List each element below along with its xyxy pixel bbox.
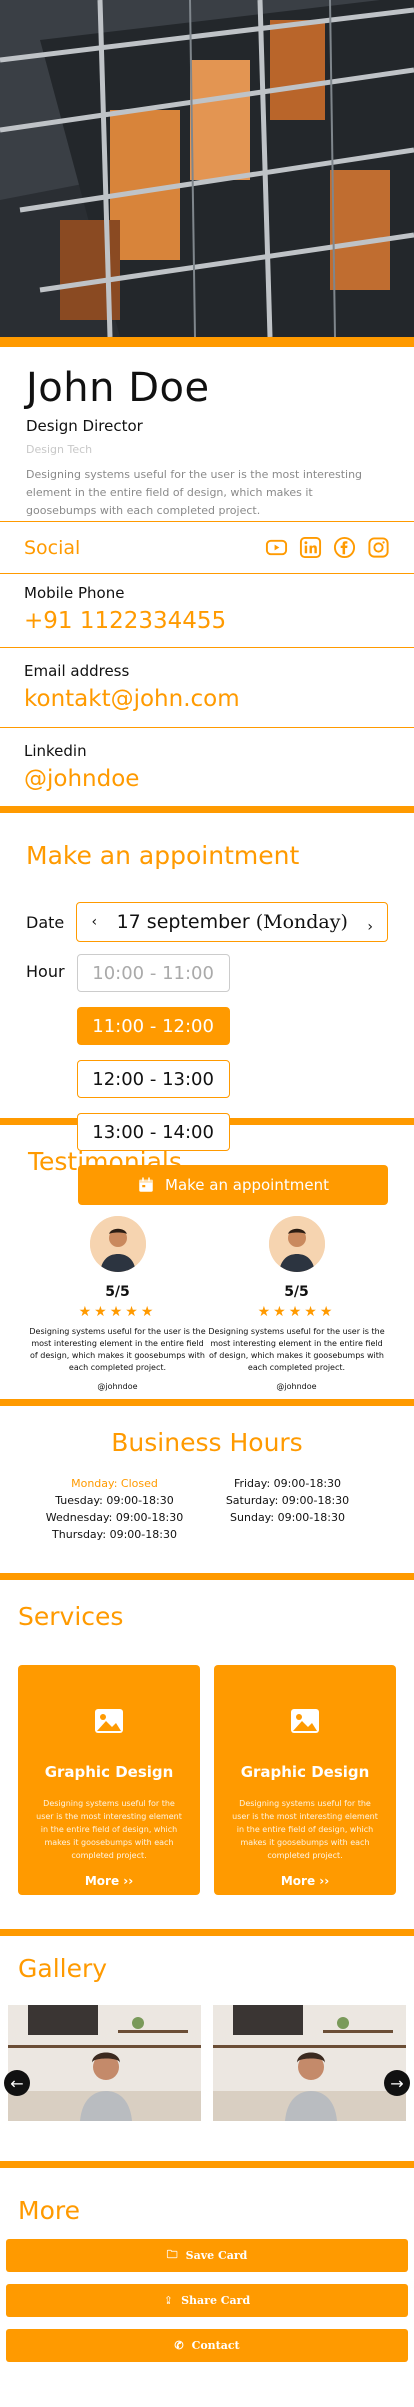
service-more-link[interactable]: More ››	[18, 1874, 200, 1888]
hours-line: Thursday: 09:00-18:30	[52, 1528, 177, 1541]
date-picker[interactable]: ‹ 17 september (Monday) ›	[76, 902, 388, 942]
service-description: Designing systems useful for the user is…	[36, 1799, 182, 1860]
service-title: Graphic Design	[44, 1763, 174, 1781]
save-card-button[interactable]: 🗀 Save Card	[6, 2239, 408, 2272]
hour-label: Hour	[26, 962, 65, 981]
service-title: Graphic Design	[240, 1763, 370, 1781]
profile-description: Designing systems useful for the user is…	[26, 468, 363, 517]
hour-slot[interactable]: 11:00 - 12:00	[76, 1007, 230, 1045]
gallery-prev-icon[interactable]: ←	[4, 2070, 30, 2096]
hours-line: Monday: Closed	[71, 1477, 158, 1490]
gallery-image[interactable]	[8, 2005, 201, 2121]
testimonial-text: Designing systems useful for the user is…	[29, 1327, 206, 1372]
avatar	[268, 1216, 325, 1272]
social-row: Social	[0, 521, 414, 574]
appointment-section: Make an appointment Date ‹ 17 september …	[0, 813, 414, 1205]
testimonial-text: Designing systems useful for the user is…	[208, 1327, 385, 1372]
section-divider	[0, 2161, 414, 2168]
contact-button[interactable]: ✆ Contact	[6, 2329, 408, 2362]
hours-right-column: Friday: 09:00-18:30 Saturday: 09:00-18:3…	[201, 1475, 374, 1543]
gallery-next-icon[interactable]: →	[384, 2070, 410, 2096]
services-title: Services	[18, 1602, 124, 1631]
stars-icon: ★★★★★	[257, 1304, 336, 1320]
youtube-icon[interactable]	[265, 536, 288, 559]
gallery-image[interactable]	[213, 2005, 406, 2121]
linkedin-label: Linkedin	[24, 742, 87, 760]
testimonial-card: 5/5 ★★★★★ Designing systems useful for t…	[28, 1216, 207, 1391]
share-card-button[interactable]: ⇪ Share Card	[6, 2284, 408, 2317]
folder-icon: 🗀	[166, 2248, 178, 2261]
linkedin-value[interactable]: @johndoe	[24, 766, 390, 792]
phone-label: Mobile Phone	[24, 584, 125, 602]
business-hours-title: Business Hours	[111, 1428, 303, 1457]
profile-name: John Doe	[26, 365, 210, 411]
calendar-icon	[139, 1177, 153, 1192]
stars-icon: ★★★★★	[78, 1304, 157, 1320]
email-value[interactable]: kontakt@john.com	[24, 686, 390, 712]
instagram-icon[interactable]	[367, 536, 390, 559]
rating: 5/5	[284, 1284, 309, 1300]
testimonial-card: 5/5 ★★★★★ Designing systems useful for t…	[207, 1216, 386, 1391]
section-divider	[0, 1399, 414, 1406]
section-divider	[0, 1929, 414, 1936]
facebook-icon[interactable]	[333, 536, 356, 559]
service-card: Graphic Design Designing systems useful …	[18, 1665, 200, 1895]
profile-role: Design Director	[26, 417, 143, 435]
more-section: More 🗀 Save Card ⇪ Share Card ✆ Contact	[0, 2168, 414, 2362]
date-value: 17 september (Monday)	[116, 911, 348, 933]
testimonial-user: @johndoe	[276, 1382, 317, 1391]
linkedin-icon[interactable]	[299, 536, 322, 559]
share-icon: ⇪	[163, 2294, 174, 2307]
section-divider	[0, 806, 414, 813]
business-hours-section: Business Hours Monday: Closed Tuesday: 0…	[0, 1406, 414, 1573]
contact-linkedin: Linkedin @johndoe	[0, 728, 414, 806]
hour-slot[interactable]: 10:00 - 11:00	[76, 954, 230, 992]
social-title: Social	[24, 536, 81, 559]
hours-line: Sunday: 09:00-18:30	[230, 1511, 345, 1524]
image-icon	[291, 1709, 319, 1733]
email-label: Email address	[24, 662, 130, 680]
avatar	[89, 1216, 146, 1272]
profile-section: John Doe Design Director Design Tech Des…	[0, 347, 414, 521]
gallery-title: Gallery	[18, 1954, 108, 1983]
accent-bar	[0, 337, 414, 347]
profile-company: Design Tech	[26, 443, 93, 456]
more-title: More	[18, 2196, 80, 2225]
hours-left-column: Monday: Closed Tuesday: 09:00-18:30 Wedn…	[28, 1475, 201, 1543]
hours-line: Friday: 09:00-18:30	[233, 1477, 342, 1490]
service-description: Designing systems useful for the user is…	[232, 1799, 378, 1860]
phone-value[interactable]: +91 1122334455	[24, 608, 390, 634]
contact-email: Email address kontakt@john.com	[0, 648, 414, 728]
image-icon	[95, 1709, 123, 1733]
hour-slot[interactable]: 13:00 - 14:00	[76, 1113, 230, 1151]
hero-image	[0, 0, 414, 337]
service-more-link[interactable]: More ››	[214, 1874, 396, 1888]
appointment-title: Make an appointment	[26, 841, 300, 870]
service-card: Graphic Design Designing systems useful …	[214, 1665, 396, 1895]
testimonial-user: @johndoe	[97, 1382, 138, 1391]
services-section: Services Graphic Design Designing system…	[0, 1580, 414, 1929]
section-divider	[0, 1573, 414, 1580]
contact-phone: Mobile Phone +91 1122334455	[0, 574, 414, 648]
phone-icon: ✆	[174, 2339, 184, 2352]
date-label: Date	[26, 912, 65, 932]
hours-line: Saturday: 09:00-18:30	[225, 1494, 350, 1507]
rating: 5/5	[105, 1284, 130, 1300]
hour-slot[interactable]: 12:00 - 13:00	[76, 1060, 230, 1098]
gallery-section: Gallery ← →	[0, 1936, 414, 2161]
next-date-icon[interactable]: ›	[367, 919, 373, 935]
hours-line: Tuesday: 09:00-18:30	[55, 1494, 174, 1507]
hours-line: Wednesday: 09:00-18:30	[45, 1511, 184, 1524]
